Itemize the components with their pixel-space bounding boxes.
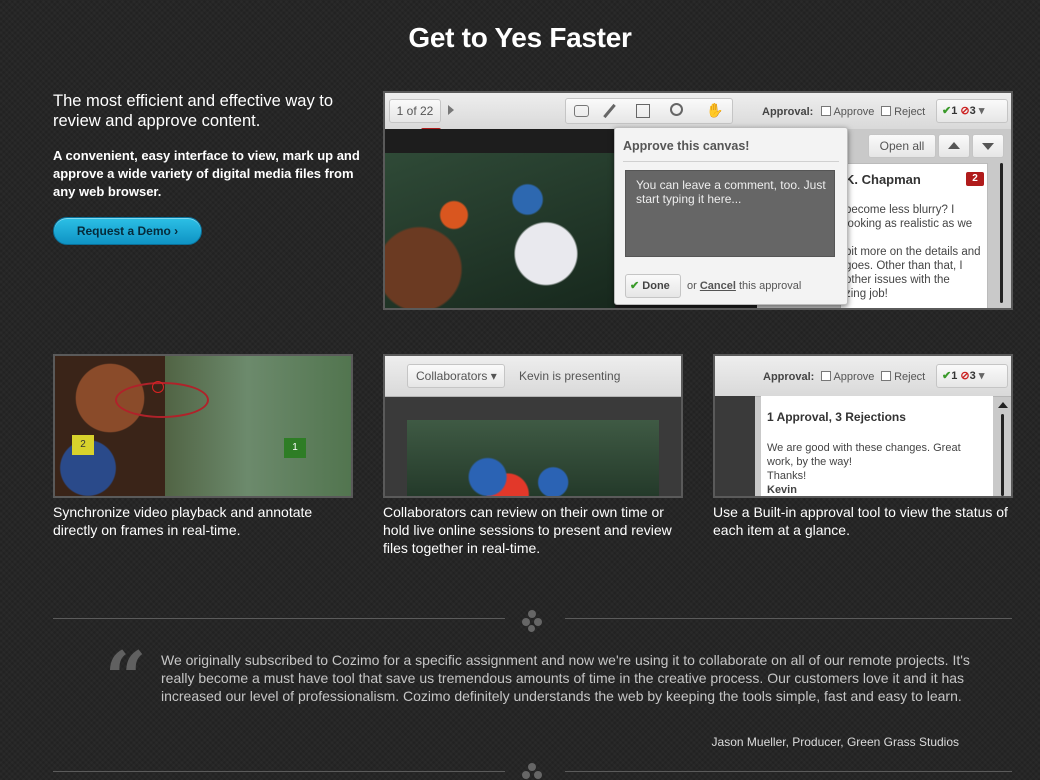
comment-line-4: goes. Other than that, I (845, 260, 963, 272)
marker-yellow[interactable]: 2 (72, 435, 94, 455)
reject-count: 3 (969, 370, 976, 382)
intro-lead: The most efficient and effective way to … (53, 92, 334, 130)
divider-bottom-right (565, 771, 1012, 772)
feature-caption-3: Use a Built-in approval tool to view the… (713, 504, 1008, 538)
divider-left (53, 618, 505, 619)
comment-icon[interactable] (574, 105, 589, 117)
approval-tool-screenshot: Approval: Approve Reject ✔1 ⊘3 ▾ 1 Appro… (713, 354, 1013, 498)
comment-line-2: looking as realistic as we (845, 218, 973, 230)
approve-option[interactable]: Approve (821, 106, 874, 118)
approval-label: Approval: (763, 371, 815, 383)
popup-cancel-row: or Cancel this approval (687, 280, 801, 292)
scroll-up-arrow-icon[interactable] (998, 402, 1008, 408)
marker-green[interactable]: 1 (284, 438, 306, 458)
zoom-icon[interactable] (670, 103, 683, 116)
comment-line-1: become less blurry? I (845, 204, 955, 216)
testimonial-author: Jason Mueller, Producer, Green Grass Stu… (711, 735, 959, 749)
divider-bottom-dots-icon (522, 763, 544, 780)
approval-card: 1 Approval, 3 Rejections We are good wit… (761, 396, 993, 496)
approval-signoff: Kevin (767, 484, 797, 496)
reject-checkbox[interactable] (881, 371, 891, 381)
comment-badge: 2 (966, 172, 984, 186)
approve-count: 1 (951, 105, 958, 117)
approval-comment: We are good with these changes. Great wo… (767, 442, 961, 468)
status-dropdown[interactable]: ✔1 ⊘3 ▾ (936, 99, 1008, 123)
cancel-link[interactable]: Cancel (700, 280, 736, 292)
hand-icon[interactable]: ✋ (706, 102, 723, 119)
reject-text: Reject (894, 371, 926, 383)
reject-text: Reject (894, 106, 926, 118)
popup-divider (623, 161, 839, 162)
divider-right (565, 618, 1012, 619)
feature-caption-2: Collaborators can review on their own ti… (383, 504, 672, 556)
approve-count: 1 (951, 370, 958, 382)
chevron-down-icon: ▾ (978, 105, 985, 117)
reject-checkbox[interactable] (881, 106, 891, 116)
collab-chevron-icon: ▾ (490, 369, 497, 383)
collab-canvas (407, 420, 659, 496)
collaborators-screenshot: Collaborators ▾ Kevin is presenting (383, 354, 683, 498)
reject-option[interactable]: Reject (881, 371, 925, 383)
approval-scrollbar[interactable] (1001, 414, 1004, 496)
check-icon: ✔ (942, 105, 952, 117)
annotation-tools: ✋ (565, 98, 733, 124)
main-screenshot: 1 of 22 ✋ 1 2 Approval: Approve Reject ✔1… (383, 91, 1013, 310)
page-title: Get to Yes Faster (408, 22, 632, 53)
video-annotation-screenshot: 2 1 (53, 354, 353, 498)
comment-author: K. Chapman (845, 172, 921, 187)
presenting-status: Kevin is presenting (519, 369, 621, 383)
collaborators-label: Collaborators (416, 369, 488, 383)
horse-photo (55, 356, 165, 496)
reject-icon: ⊘ (960, 105, 970, 117)
pager[interactable]: 1 of 22 (389, 99, 441, 123)
race-photo (385, 153, 615, 308)
approve-option[interactable]: Approve (821, 371, 874, 383)
check-icon: ✔ (942, 370, 952, 382)
feature-caption-1: Synchronize video playback and annotate … (53, 504, 313, 538)
comment-line-5: other issues with the (845, 274, 950, 286)
popup-or: or (687, 280, 697, 292)
reject-option[interactable]: Reject (881, 106, 925, 118)
approve-text: Approve (833, 106, 875, 118)
approve-text: Approve (833, 371, 875, 383)
comment-line-3: bit more on the details and (845, 246, 981, 258)
prev-comment-button[interactable] (938, 134, 970, 158)
status-dropdown[interactable]: ✔1 ⊘3 ▾ (936, 364, 1008, 388)
done-button[interactable]: ✔ Done (625, 274, 681, 298)
rectangle-tool-icon[interactable] (636, 104, 650, 118)
popup-comment-field[interactable]: You can leave a comment, too. Just start… (625, 170, 835, 257)
divider-dots-icon (522, 610, 544, 632)
comment-card: K. Chapman 2 become less blurry? I looki… (840, 163, 988, 308)
approval-thanks: Thanks! (767, 470, 807, 482)
chevron-down-icon: ▾ (978, 370, 985, 382)
popup-title: Approve this canvas! (623, 139, 750, 153)
done-label: Done (642, 280, 670, 292)
intro-body: A convenient, easy interface to view, ma… (53, 148, 360, 199)
next-comment-button[interactable] (972, 134, 1004, 158)
next-arrow-icon[interactable] (448, 105, 454, 115)
approve-checkbox[interactable] (821, 371, 831, 381)
divider-bottom-left (53, 771, 505, 772)
collaborators-dropdown[interactable]: Collaborators ▾ (407, 364, 505, 388)
testimonial-quote: We originally subscribed to Cozimo for a… (161, 652, 970, 704)
approve-checkbox[interactable] (821, 106, 831, 116)
crosshair-icon (152, 381, 164, 393)
reject-count: 3 (969, 105, 976, 117)
quote-icon: “ (105, 635, 147, 720)
comments-scrollbar[interactable] (1000, 163, 1003, 303)
comment-line-6: zing job! (845, 288, 888, 300)
reject-icon: ⊘ (960, 370, 970, 382)
approve-popup: Approve this canvas! You can leave a com… (614, 127, 848, 305)
popup-suffix: this approval (738, 280, 802, 292)
done-check-icon: ✔ (630, 280, 640, 292)
approval-label: Approval: (762, 106, 814, 118)
open-all-button[interactable]: Open all (868, 134, 936, 158)
approval-left-strip (715, 396, 755, 496)
pencil-icon[interactable] (603, 103, 616, 119)
down-arrow-icon (982, 143, 994, 150)
approval-summary: 1 Approval, 3 Rejections (767, 410, 906, 424)
request-demo-button[interactable]: Request a Demo › (53, 217, 202, 245)
up-arrow-icon (948, 142, 960, 149)
